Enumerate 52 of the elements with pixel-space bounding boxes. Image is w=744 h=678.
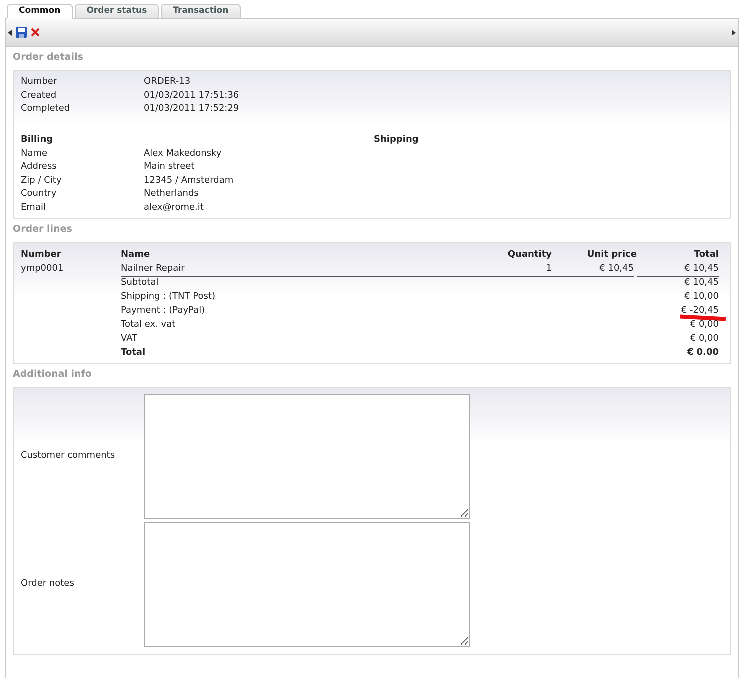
scroll-right-icon[interactable] bbox=[732, 30, 736, 36]
summary-label: Payment : (PayPal) bbox=[121, 305, 206, 318]
summary-value: € 0,00 bbox=[690, 334, 719, 344]
field-label: Country bbox=[21, 188, 58, 201]
column-header: Unit price bbox=[586, 249, 637, 262]
field-value: 12345 / Amsterdam bbox=[144, 174, 234, 188]
table-cell-text: Nailner Repair bbox=[121, 263, 186, 276]
table-cell-text: 1 bbox=[545, 263, 552, 276]
shipping-heading: Shipping bbox=[374, 134, 419, 148]
billing-heading: Billing bbox=[21, 134, 54, 148]
field-label: Order notes bbox=[21, 578, 76, 591]
summary-label: Shipping : (TNT Post) bbox=[121, 291, 216, 304]
column-header: Quantity bbox=[506, 249, 552, 262]
table-cell-text: € 10,45 bbox=[598, 263, 634, 276]
field-label: Name bbox=[21, 148, 49, 160]
summary-label: Total ex. vat bbox=[121, 319, 177, 332]
summary-value: € 0.00 bbox=[687, 348, 719, 358]
summary-value: € -20,45 bbox=[681, 306, 719, 316]
tab[interactable]: Common bbox=[7, 4, 73, 19]
scroll-left-icon[interactable] bbox=[8, 30, 12, 36]
field-value: Netherlands bbox=[144, 188, 199, 201]
save-icon[interactable] bbox=[16, 27, 27, 38]
summary-value: € 10,45 bbox=[684, 278, 719, 288]
section-title: Order lines bbox=[13, 223, 74, 238]
section-title: Order details bbox=[13, 51, 84, 66]
field-label: Number bbox=[21, 76, 58, 89]
field-value: alex@rome.it bbox=[144, 202, 204, 214]
table-cell: € 10,45 bbox=[637, 263, 719, 277]
table-cell-text: ymp0001 bbox=[21, 263, 65, 276]
field-label: Email bbox=[21, 202, 47, 214]
tab[interactable]: Order status bbox=[74, 4, 160, 19]
field-value: ORDER-13 bbox=[144, 76, 191, 89]
summary-value: € 0,00 bbox=[690, 320, 719, 330]
tab[interactable]: Transaction bbox=[161, 4, 241, 19]
field-value: 01/03/2011 17:51:36 bbox=[144, 90, 240, 102]
summary-label: VAT bbox=[121, 333, 139, 346]
field-value: 01/03/2011 17:52:29 bbox=[144, 103, 240, 116]
section-title: Additional info bbox=[13, 368, 93, 382]
field-label: Completed bbox=[21, 103, 72, 116]
field-label: Created bbox=[21, 90, 58, 102]
field-value: Main street bbox=[144, 161, 195, 174]
summary-label: Subtotal bbox=[121, 277, 160, 290]
field-value: Alex Makedonsky bbox=[144, 148, 222, 160]
column-header: Total bbox=[693, 249, 719, 262]
column-header: Number bbox=[21, 249, 62, 262]
close-icon[interactable] bbox=[31, 28, 40, 37]
field-label: Zip / City bbox=[21, 174, 63, 188]
summary-label: Total bbox=[121, 347, 147, 360]
column-header: Name bbox=[121, 249, 152, 262]
field-label: Address bbox=[21, 161, 58, 174]
field-label: Customer comments bbox=[21, 450, 116, 463]
summary-value: € 10,00 bbox=[684, 292, 719, 302]
